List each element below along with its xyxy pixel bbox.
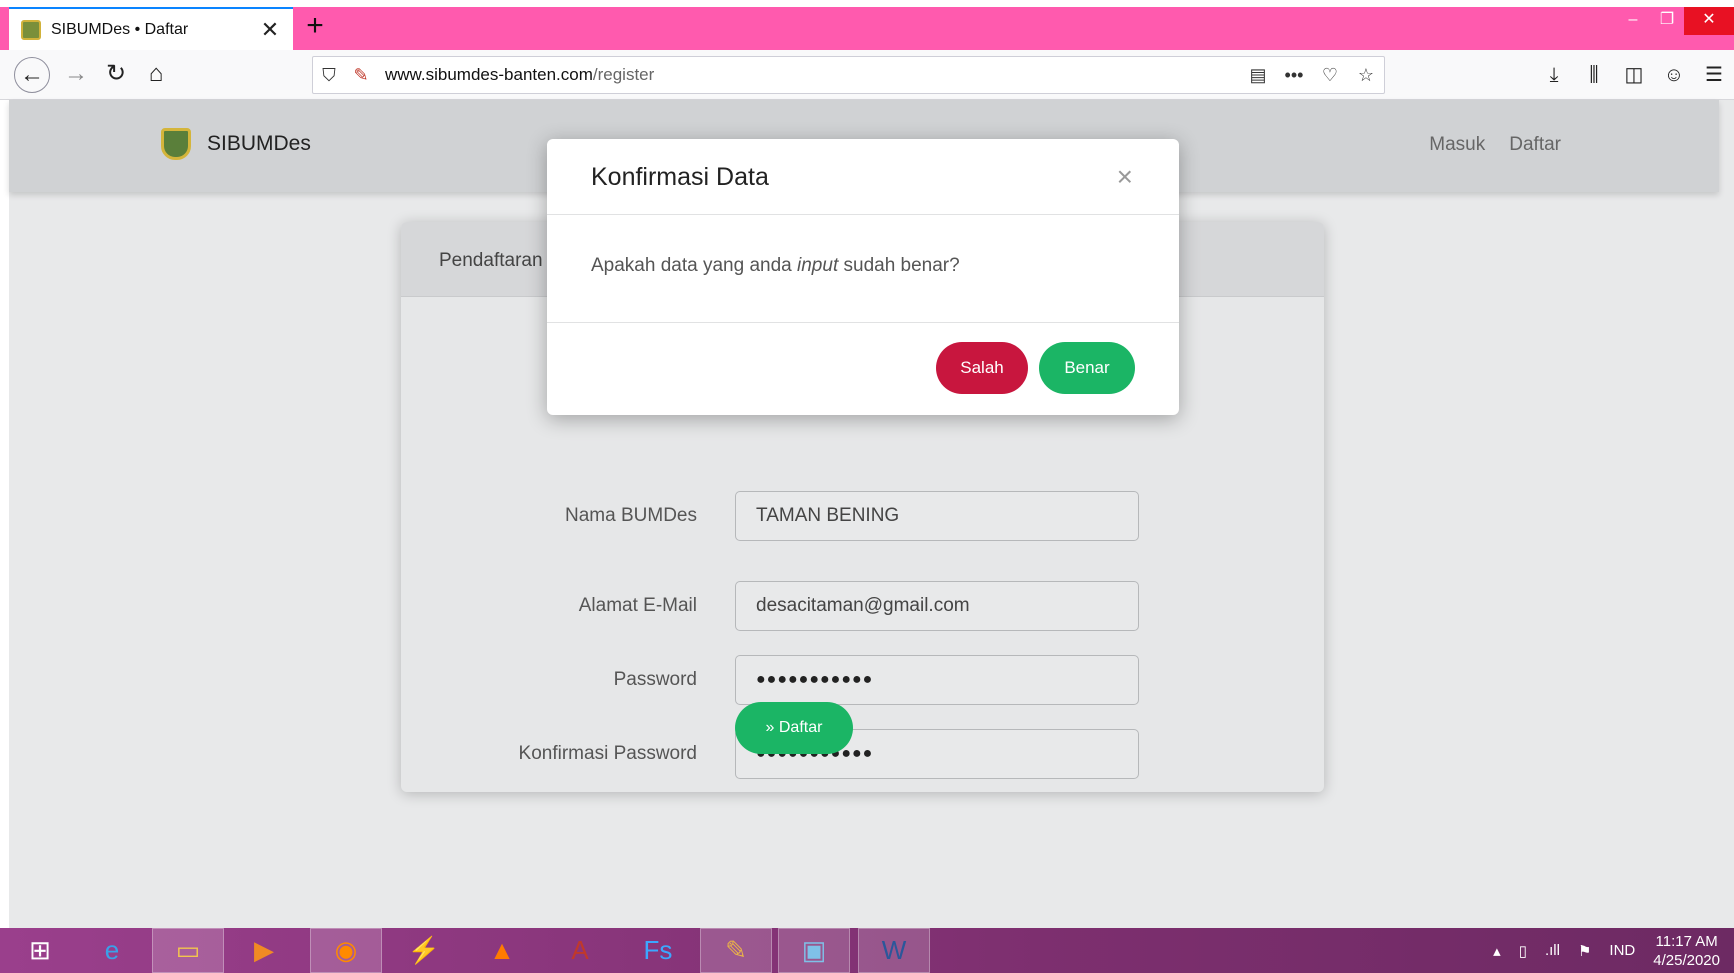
vlc-icon[interactable]: ▲ [466, 928, 538, 973]
form-row-password: Password ●●●●●●●●●●● [401, 655, 1324, 705]
language-indicator[interactable]: IND [1609, 942, 1635, 959]
password-input[interactable]: ●●●●●●●●●●● [735, 655, 1139, 705]
tab-title: SIBUMDes • Daftar [51, 20, 189, 38]
brand-logo-icon [161, 128, 191, 160]
system-tray: ▴ ▯ .ıll ⚑ IND 11:17 AM 4/25/2020 [1493, 928, 1720, 973]
form-row-confirm-password: Konfirmasi Password ●●●●●●●●●●● [401, 729, 1324, 779]
browser-tab-active[interactable]: SIBUMDes • Daftar ✕ [9, 7, 293, 50]
action-center-icon[interactable]: ⚑ [1578, 942, 1591, 960]
modal-title: Konfirmasi Data [591, 163, 769, 191]
faststone-icon[interactable]: Fs [622, 928, 694, 973]
account-icon[interactable]: ☺ [1654, 57, 1694, 93]
start-windows-icon[interactable]: ⊞ [4, 928, 76, 973]
word-icon[interactable]: W [858, 928, 930, 973]
confirm-password-label: Konfirmasi Password [518, 743, 697, 764]
toolbar-right: ⤓ ⫼ ◫ ☺ ☰ [1534, 57, 1734, 93]
site-nav: Masuk Daftar [1429, 134, 1561, 156]
battery-icon[interactable]: ▯ [1519, 942, 1527, 960]
library-icon[interactable]: ⫼ [1574, 57, 1614, 93]
window-top-strip [0, 0, 1734, 7]
benar-button[interactable]: Benar [1039, 342, 1135, 394]
password-label: Password [613, 669, 697, 690]
tray-expand-icon[interactable]: ▴ [1493, 942, 1501, 960]
email-input[interactable]: desacitaman@gmail.com [735, 581, 1139, 631]
nav-daftar-link[interactable]: Daftar [1509, 134, 1561, 156]
modal-close-icon[interactable]: × [1117, 161, 1133, 193]
access-icon[interactable]: A [544, 928, 616, 973]
modal-text-emphasis: input [797, 255, 839, 276]
menu-icon[interactable]: ☰ [1694, 57, 1734, 93]
url-text[interactable]: www.sibumdes-banten.com/register [385, 65, 1240, 85]
url-bar[interactable]: ⛉ ✎ www.sibumdes-banten.com/register ▤ •… [312, 56, 1385, 94]
internet-explorer-icon[interactable]: e [76, 928, 148, 973]
insecure-lock-icon[interactable]: ✎ [345, 65, 377, 86]
file-explorer-icon[interactable]: ▭ [152, 928, 224, 973]
browser-tab-bar: SIBUMDes • Daftar ✕ + – ❐ ✕ [0, 0, 1734, 50]
brand-name: SIBUMDes [207, 132, 311, 155]
form-row-nama: Nama BUMDes TAMAN BENING [401, 491, 1324, 541]
daftar-submit-button[interactable]: » Daftar [735, 702, 853, 754]
back-button[interactable]: ← [14, 57, 50, 93]
home-icon[interactable]: ⌂ [138, 57, 174, 93]
confirm-modal: Konfirmasi Data × Apakah data yang anda … [547, 139, 1179, 415]
minimize-button[interactable]: – [1616, 7, 1650, 35]
winamp-icon[interactable]: ⚡ [388, 928, 460, 973]
clock-date: 4/25/2020 [1653, 951, 1720, 969]
tab-close-icon[interactable]: ✕ [259, 17, 281, 43]
site-brand[interactable]: SIBUMDes [161, 128, 311, 160]
modal-header: Konfirmasi Data × [547, 139, 1179, 215]
email-label: Alamat E-Mail [578, 595, 697, 616]
sidebar-icon[interactable]: ◫ [1614, 57, 1654, 93]
window-controls: – ❐ ✕ [1616, 7, 1734, 37]
window-close-button[interactable]: ✕ [1684, 7, 1734, 35]
browser-nav-bar: ← → ↻ ⌂ ⛉ ✎ www.sibumdes-banten.com/regi… [0, 50, 1734, 100]
clock-time: 11:17 AM [1655, 932, 1718, 950]
bookmark-star-icon[interactable]: ☆ [1348, 65, 1384, 86]
new-tab-button[interactable]: + [300, 10, 330, 44]
media-player-icon[interactable]: ▶ [228, 928, 300, 973]
form-row-email: Alamat E-Mail desacitaman@gmail.com [401, 581, 1324, 631]
page-actions-icon[interactable]: ••• [1276, 65, 1312, 86]
tracking-shield-icon[interactable]: ⛉ [313, 65, 345, 86]
pocket-icon[interactable]: ♡ [1312, 65, 1348, 86]
restore-button[interactable]: ❐ [1650, 7, 1684, 35]
clock[interactable]: 11:17 AM 4/25/2020 [1653, 932, 1720, 970]
nama-bumdes-input[interactable]: TAMAN BENING [735, 491, 1139, 541]
modal-text-before: Apakah data yang anda [591, 255, 798, 276]
paint-icon[interactable]: ✎ [700, 928, 772, 973]
site-favicon-icon [21, 19, 41, 40]
nama-bumdes-label: Nama BUMDes [565, 505, 697, 526]
firefox-icon[interactable]: ◉ [310, 928, 382, 973]
windows-taskbar: ⊞ e ▭ ▶ ◉ ⚡ ▲ A Fs ✎ ▣ W ▴ ▯ .ıll ⚑ IND … [0, 928, 1734, 973]
salah-button[interactable]: Salah [936, 342, 1028, 394]
forward-button[interactable]: → [58, 57, 94, 93]
modal-footer: Salah Benar [547, 323, 1179, 415]
download-icon[interactable]: ⤓ [1534, 57, 1574, 93]
modal-text-after: sudah benar? [838, 255, 960, 276]
reader-view-icon[interactable]: ▤ [1240, 65, 1276, 86]
photo-viewer-icon[interactable]: ▣ [778, 928, 850, 973]
signal-icon[interactable]: .ıll [1545, 942, 1560, 959]
nav-masuk-link[interactable]: Masuk [1429, 134, 1485, 156]
modal-body: Apakah data yang anda input sudah benar? [547, 215, 1179, 323]
reload-button[interactable]: ↻ [98, 57, 134, 93]
